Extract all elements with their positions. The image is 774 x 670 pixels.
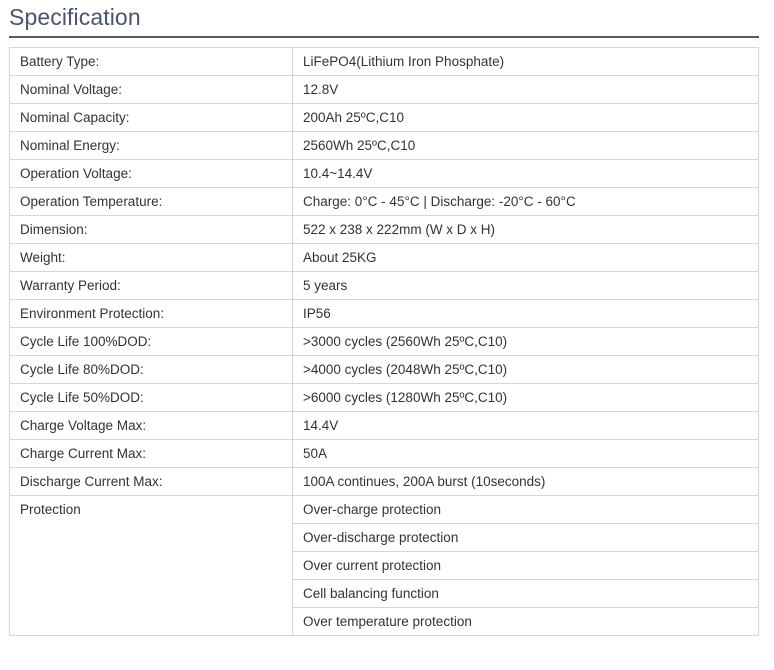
table-row: Environment Protection: IP56 (9, 299, 759, 328)
spec-value: >4000 cycles (2048Wh 25ºC,C10) (292, 355, 759, 384)
spec-label: Nominal Energy: (9, 131, 293, 160)
table-row: Weight: About 25KG (9, 243, 759, 272)
spec-label: Dimension: (9, 215, 293, 244)
spec-value: About 25KG (292, 243, 759, 272)
table-row: Charge Voltage Max: 14.4V (9, 411, 759, 440)
spec-label: Nominal Voltage: (9, 75, 293, 104)
protection-item: Over current protection (292, 551, 759, 580)
spec-label: Charge Voltage Max: (9, 411, 293, 440)
spec-label: Weight: (9, 243, 293, 272)
spec-label: Discharge Current Max: (9, 467, 293, 496)
table-row: Cycle Life 50%DOD: >6000 cycles (1280Wh … (9, 383, 759, 412)
table-row: Dimension: 522 x 238 x 222mm (W x D x H) (9, 215, 759, 244)
spec-value: 14.4V (292, 411, 759, 440)
spec-value: 100A continues, 200A burst (10seconds) (292, 467, 759, 496)
spec-label: Environment Protection: (9, 299, 293, 328)
table-row: Protection Over-charge protection (9, 495, 759, 636)
spec-label: Operation Voltage: (9, 159, 293, 188)
page-title: Specification (9, 4, 141, 30)
protection-item: Over-charge protection (292, 495, 759, 524)
spec-value: 200Ah 25ºC,C10 (292, 103, 759, 132)
table-row: Warranty Period: 5 years (9, 271, 759, 300)
table-row: Operation Voltage: 10.4~14.4V (9, 159, 759, 188)
protection-label: Protection (9, 495, 293, 636)
table-row: Nominal Energy: 2560Wh 25ºC,C10 (9, 131, 759, 160)
spec-value: 2560Wh 25ºC,C10 (292, 131, 759, 160)
protection-item: Cell balancing function (292, 579, 759, 608)
protection-item: Over temperature protection (292, 607, 759, 636)
table-row: Discharge Current Max: 100A continues, 2… (9, 467, 759, 496)
specification-table: Battery Type: LiFePO4(Lithium Iron Phosp… (9, 47, 759, 636)
spec-label: Charge Current Max: (9, 439, 293, 468)
table-row: Nominal Capacity: 200Ah 25ºC,C10 (9, 103, 759, 132)
spec-value: LiFePO4(Lithium Iron Phosphate) (292, 47, 759, 76)
table-row: Charge Current Max: 50A (9, 439, 759, 468)
spec-value: Charge: 0°C - 45°C | Discharge: -20°C - … (292, 187, 759, 216)
spec-value: >6000 cycles (1280Wh 25ºC,C10) (292, 383, 759, 412)
protection-item: Over-discharge protection (292, 523, 759, 552)
spec-value: 10.4~14.4V (292, 159, 759, 188)
title-divider (9, 36, 759, 38)
table-row: Cycle Life 80%DOD: >4000 cycles (2048Wh … (9, 355, 759, 384)
spec-label: Battery Type: (9, 47, 293, 76)
spec-label: Cycle Life 80%DOD: (9, 355, 293, 384)
table-row: Cycle Life 100%DOD: >3000 cycles (2560Wh… (9, 327, 759, 356)
spec-value: 50A (292, 439, 759, 468)
spec-label: Cycle Life 50%DOD: (9, 383, 293, 412)
spec-label: Cycle Life 100%DOD: (9, 327, 293, 356)
table-row: Operation Temperature: Charge: 0°C - 45°… (9, 187, 759, 216)
spec-value: 12.8V (292, 75, 759, 104)
spec-value: 5 years (292, 271, 759, 300)
spec-value: IP56 (292, 299, 759, 328)
spec-label: Warranty Period: (9, 271, 293, 300)
table-row: Nominal Voltage: 12.8V (9, 75, 759, 104)
spec-value: 522 x 238 x 222mm (W x D x H) (292, 215, 759, 244)
spec-label: Nominal Capacity: (9, 103, 293, 132)
spec-label: Operation Temperature: (9, 187, 293, 216)
table-row: Battery Type: LiFePO4(Lithium Iron Phosp… (9, 47, 759, 76)
spec-value: >3000 cycles (2560Wh 25ºC,C10) (292, 327, 759, 356)
